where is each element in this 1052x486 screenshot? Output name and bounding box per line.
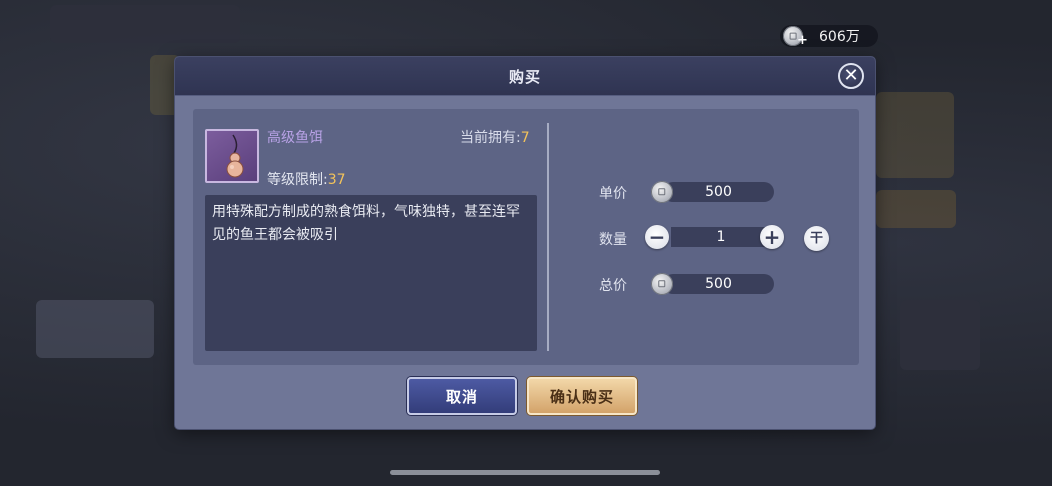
cancel-label: 取消	[445, 387, 478, 406]
dialog-header: 购买	[175, 57, 875, 96]
unit-price-value: 500	[705, 184, 732, 200]
increase-quantity-button[interactable]: +	[760, 225, 784, 249]
add-currency-icon[interactable]: +	[797, 33, 808, 48]
confirm-purchase-button[interactable]: 确认购买	[527, 377, 637, 415]
background-panel	[36, 300, 154, 358]
close-button[interactable]: ✕	[838, 63, 864, 89]
quantity-label: 数量	[599, 232, 627, 248]
confirm-label: 确认购买	[549, 387, 614, 406]
silver-coin-icon	[651, 181, 673, 203]
content-panel: 高级鱼饵 当前拥有:7 等级限制:37 用特殊配方制成的熟食饵料，气味独特，甚至…	[193, 109, 859, 365]
silver-coin-icon	[651, 273, 673, 295]
item-name: 高级鱼饵	[267, 130, 323, 146]
total-price-label: 总价	[599, 278, 627, 294]
level-label: 等级限制:	[267, 172, 328, 188]
unit-price-label: 单价	[599, 186, 627, 202]
max-quantity-button[interactable]: 干	[804, 226, 829, 251]
total-price-field: 500	[663, 274, 774, 294]
background-panel	[900, 300, 980, 370]
background-panel	[50, 5, 240, 43]
owned-label: 当前拥有:	[460, 130, 521, 146]
background-panel	[876, 92, 954, 178]
background-panel	[876, 190, 956, 228]
item-description: 用特殊配方制成的熟食饵料，气味独特，甚至连罕见的鱼王都会被吸引	[205, 195, 537, 351]
item-icon	[205, 129, 259, 183]
home-indicator[interactable]	[390, 470, 660, 475]
quantity-value: 1	[716, 229, 726, 245]
decrease-quantity-button[interactable]: −	[645, 225, 669, 249]
currency-amount: 606万	[819, 29, 860, 45]
max-icon: 干	[809, 231, 823, 246]
panel-divider	[547, 123, 549, 351]
owned-value: 7	[520, 130, 530, 146]
quantity-stepper[interactable]: 1	[671, 227, 771, 247]
currency-display[interactable]: + 606万	[780, 25, 878, 48]
unit-price-field: 500	[663, 182, 774, 202]
level-value: 37	[327, 172, 346, 188]
plus-icon: +	[763, 225, 781, 249]
gourd-bait-icon	[226, 134, 244, 178]
purchase-dialog: 购买 ✕ 高级鱼饵 当前拥有:7 等级限制:37 用特殊配方制成的熟食饵料，气味…	[175, 57, 875, 429]
close-icon: ✕	[843, 65, 859, 86]
minus-icon: −	[648, 225, 666, 249]
level-requirement: 等级限制:37	[267, 169, 346, 189]
owned-count: 当前拥有:7	[460, 127, 530, 147]
cancel-button[interactable]: 取消	[407, 377, 517, 415]
total-price-value: 500	[705, 276, 732, 292]
dialog-title: 购买	[508, 67, 541, 86]
